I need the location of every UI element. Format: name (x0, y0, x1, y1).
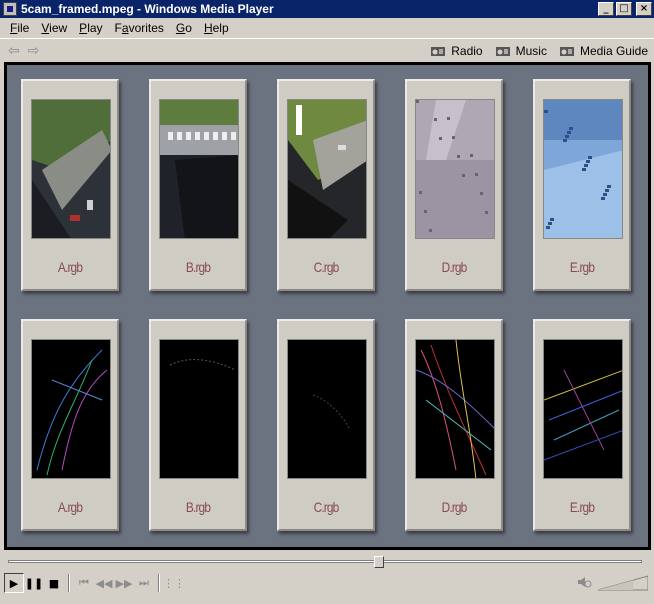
radio-icon (430, 44, 446, 58)
camera-card: D.rgb (405, 319, 503, 531)
camera-label: A.rgb (57, 499, 83, 515)
camera-card: C.rgb (277, 319, 375, 531)
camera-label: D.rgb (441, 259, 468, 275)
stop-button[interactable]: ■ (44, 573, 64, 593)
media-guide-icon (559, 44, 575, 58)
back-arrow-icon[interactable]: ⇦ (8, 43, 20, 59)
separator (68, 574, 70, 592)
transport-controls: ▶ ❚❚ ■ ⏮ ◀◀ ▶▶ ⏭ ⋮⋮ (4, 570, 654, 596)
camera-label: B.rgb (185, 499, 211, 515)
nav-link-media-guide[interactable]: Media Guide (559, 44, 648, 58)
forward-arrow-icon[interactable]: ⇨ (28, 43, 40, 59)
skip-forward-button[interactable]: ⏭ (134, 573, 154, 593)
menu-go[interactable]: Go (170, 21, 198, 35)
seek-track[interactable] (8, 560, 642, 563)
camera-frame-image (543, 99, 623, 239)
fast-forward-button[interactable]: ▶▶ (114, 573, 134, 593)
menu-help[interactable]: Help (198, 21, 235, 35)
camera-card: A.rgb (21, 319, 119, 531)
video-frame: A.rgb B.rgb C.rgb D.rgb E.rgb A.rgb B.rgb C.rgb… (7, 65, 648, 547)
title-bar[interactable]: 5cam_framed.mpeg - Windows Media Player … (0, 0, 654, 18)
menu-view[interactable]: View (35, 21, 73, 35)
nav-link-label: Radio (451, 43, 483, 58)
camera-label: D.rgb (441, 499, 468, 515)
camera-card: B.rgb (149, 79, 247, 291)
playlist-icon[interactable]: ⋮⋮ (163, 573, 185, 593)
close-button[interactable]: × (636, 2, 652, 16)
camera-frame-image (543, 339, 623, 479)
nav-bar: ⇦ ⇨ Radio Music Media Guide (0, 38, 654, 62)
camera-frame-image (287, 339, 367, 479)
camera-label: B.rgb (185, 259, 211, 275)
nav-link-music[interactable]: Music (495, 44, 547, 58)
camera-label: C.rgb (313, 259, 340, 275)
camera-label: E.rgb (569, 499, 595, 515)
menu-file[interactable]: File (4, 21, 35, 35)
camera-frame-image (159, 339, 239, 479)
maximize-button[interactable]: □ (616, 2, 632, 16)
camera-label: A.rgb (57, 259, 83, 275)
mute-speaker-icon[interactable] (576, 574, 592, 593)
separator (158, 574, 160, 592)
window-title: 5cam_framed.mpeg - Windows Media Player (21, 2, 274, 16)
nav-link-radio[interactable]: Radio (430, 43, 483, 58)
app-icon[interactable] (3, 2, 17, 16)
pause-button[interactable]: ❚❚ (24, 573, 44, 593)
play-button[interactable]: ▶ (4, 573, 24, 593)
camera-frame-image (159, 99, 239, 239)
camera-frame-image (31, 339, 111, 479)
camera-frame-image (415, 339, 495, 479)
camera-card: B.rgb (149, 319, 247, 531)
camera-card: C.rgb (277, 79, 375, 291)
menu-play[interactable]: Play (73, 21, 108, 35)
menu-favorites[interactable]: Favorites (109, 21, 170, 35)
seek-bar[interactable] (4, 556, 646, 568)
camera-label: E.rgb (569, 259, 595, 275)
video-area[interactable]: A.rgb B.rgb C.rgb D.rgb E.rgb A.rgb B.rgb C.rgb… (4, 62, 651, 550)
music-icon (495, 44, 511, 58)
seek-thumb[interactable] (374, 556, 384, 568)
camera-card: A.rgb (21, 79, 119, 291)
nav-link-label: Music (515, 43, 547, 58)
camera-label: C.rgb (313, 499, 340, 515)
camera-frame-image (415, 99, 495, 239)
nav-link-label: Media Guide (579, 43, 648, 58)
camera-card: D.rgb (405, 79, 503, 291)
camera-card: E.rgb (533, 79, 631, 291)
camera-frame-image (31, 99, 111, 239)
camera-frame-image (287, 99, 367, 239)
volume-slider[interactable] (598, 575, 648, 591)
skip-back-button[interactable]: ⏮ (74, 573, 94, 593)
menu-bar: File View Play Favorites Go Help (0, 18, 654, 38)
minimize-button[interactable]: _ (598, 2, 614, 16)
rewind-button[interactable]: ◀◀ (94, 573, 114, 593)
camera-card: E.rgb (533, 319, 631, 531)
